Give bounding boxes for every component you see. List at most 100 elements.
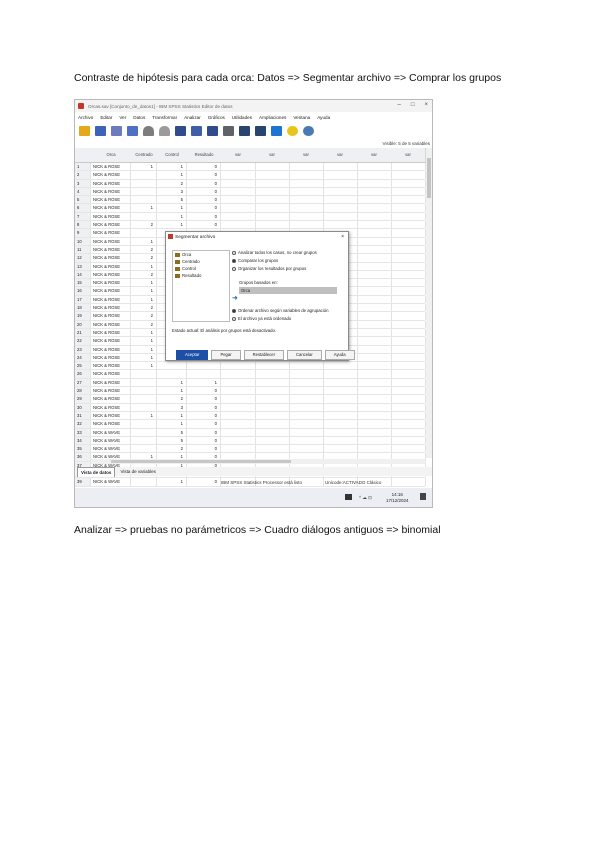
cell-empty[interactable] [255, 163, 290, 171]
cell-empty[interactable] [323, 362, 358, 370]
cell-empty[interactable] [323, 221, 358, 229]
cell-centrado[interactable] [131, 378, 157, 387]
cell-resultado[interactable]: 0 [187, 387, 221, 395]
cell-orca[interactable]: NICK & ROSE [91, 254, 131, 262]
cell-empty[interactable] [255, 436, 290, 445]
reset-button[interactable]: Restablecer [243, 350, 284, 360]
option-ordenar-archivo[interactable]: Ordenar archivo según variables de agrup… [232, 308, 329, 313]
cell-empty[interactable] [221, 187, 256, 196]
cell-empty[interactable] [289, 387, 324, 395]
cell-empty[interactable] [357, 171, 392, 179]
cell-empty[interactable] [357, 163, 392, 171]
column-header-var[interactable]: var [323, 148, 358, 163]
cell-centrado[interactable]: 1 [131, 279, 157, 287]
list-item[interactable]: Orca [173, 251, 229, 258]
cell-orca[interactable]: NICK & ROSE [91, 287, 131, 295]
cell-control[interactable]: 2 [157, 445, 187, 453]
row-number[interactable]: 3 [75, 179, 91, 187]
cell-empty[interactable] [357, 287, 392, 295]
cell-empty[interactable] [391, 279, 426, 287]
cell-orca[interactable]: NICK & ROSE [91, 279, 131, 287]
cell-control[interactable]: 1 [157, 171, 187, 179]
cell-empty[interactable] [391, 428, 426, 436]
cell-empty[interactable] [323, 204, 358, 212]
cell-resultado[interactable]: 0 [187, 445, 221, 453]
maximize-button[interactable]: □ [411, 102, 415, 108]
cell-empty[interactable] [391, 370, 426, 378]
row-number[interactable]: 15 [75, 279, 91, 287]
cell-empty[interactable] [289, 445, 324, 453]
cell-empty[interactable] [255, 187, 290, 196]
cell-resultado[interactable] [187, 362, 221, 370]
cell-resultado[interactable]: 0 [187, 428, 221, 436]
cell-empty[interactable] [323, 163, 358, 171]
cell-control[interactable]: 1 [157, 204, 187, 212]
cell-empty[interactable] [357, 328, 392, 337]
cell-empty[interactable] [357, 428, 392, 436]
cell-resultado[interactable]: 0 [187, 221, 221, 229]
option-analizar-todos[interactable]: Analizar todos los casos, no crear grupo… [232, 250, 317, 255]
cell-control[interactable]: 5 [157, 196, 187, 204]
cell-centrado[interactable]: 1 [131, 204, 157, 212]
row-number[interactable]: 11 [75, 245, 91, 254]
cell-orca[interactable]: NICK & ROSE [91, 370, 131, 378]
cell-empty[interactable] [289, 221, 324, 229]
radio-button[interactable] [232, 266, 236, 271]
cell-orca[interactable]: NICK & ROSE [91, 304, 131, 312]
row-number[interactable]: 12 [75, 254, 91, 262]
close-window-button[interactable]: × [424, 102, 428, 108]
cell-empty[interactable] [391, 436, 426, 445]
scrollbar-thumb[interactable] [427, 158, 431, 198]
cell-empty[interactable] [391, 395, 426, 403]
cell-empty[interactable] [391, 179, 426, 187]
paste-button[interactable]: Pegar [211, 350, 241, 360]
row-number[interactable]: 34 [75, 436, 91, 445]
cell-empty[interactable] [391, 212, 426, 221]
cell-empty[interactable] [221, 370, 256, 378]
find-icon[interactable] [223, 125, 234, 136]
cell-centrado[interactable]: 2 [131, 270, 157, 279]
cell-centrado[interactable] [131, 370, 157, 378]
cell-empty[interactable] [255, 204, 290, 212]
cell-empty[interactable] [391, 403, 426, 411]
cell-centrado[interactable]: 2 [131, 304, 157, 312]
undo-icon[interactable] [143, 125, 154, 136]
cell-empty[interactable] [221, 411, 256, 420]
cell-empty[interactable] [289, 212, 324, 221]
option-comparar-grupos[interactable]: Comparar los grupos [232, 258, 278, 263]
cell-orca[interactable]: NICK & ROSE [91, 403, 131, 411]
row-number[interactable]: 9 [75, 229, 91, 237]
cell-orca[interactable]: NICK & ROSE [91, 395, 131, 403]
cell-empty[interactable] [357, 411, 392, 420]
cell-empty[interactable] [323, 403, 358, 411]
row-number[interactable]: 28 [75, 387, 91, 395]
row-number[interactable]: 4 [75, 187, 91, 196]
cell-orca[interactable]: NICK & ROSE [91, 204, 131, 212]
search-icon[interactable] [303, 125, 314, 136]
cell-orca[interactable]: NICK & ROSE [91, 187, 131, 196]
cell-empty[interactable] [391, 337, 426, 345]
cell-empty[interactable] [391, 320, 426, 328]
cell-resultado[interactable]: 0 [187, 187, 221, 196]
cell-orca[interactable]: NICK & WAVE [91, 445, 131, 453]
cell-empty[interactable] [221, 212, 256, 221]
cell-empty[interactable] [391, 204, 426, 212]
cell-centrado[interactable]: 2 [131, 221, 157, 229]
row-number[interactable]: 17 [75, 295, 91, 304]
cell-centrado[interactable]: 2 [131, 312, 157, 320]
cell-orca[interactable]: NICK & ROSE [91, 270, 131, 279]
cell-empty[interactable] [357, 245, 392, 254]
cell-resultado[interactable]: 0 [187, 179, 221, 187]
cell-empty[interactable] [357, 445, 392, 453]
cell-orca[interactable]: NICK & ROSE [91, 312, 131, 320]
cell-orca[interactable]: NICK & ROSE [91, 179, 131, 187]
accept-button[interactable]: Aceptar [176, 350, 209, 360]
cell-empty[interactable] [357, 237, 392, 245]
cell-empty[interactable] [357, 179, 392, 187]
cell-empty[interactable] [357, 270, 392, 279]
cell-empty[interactable] [289, 171, 324, 179]
cell-resultado[interactable]: 0 [187, 212, 221, 221]
cell-orca[interactable]: NICK & ROSE [91, 163, 131, 171]
cell-empty[interactable] [391, 420, 426, 428]
cell-empty[interactable] [391, 295, 426, 304]
